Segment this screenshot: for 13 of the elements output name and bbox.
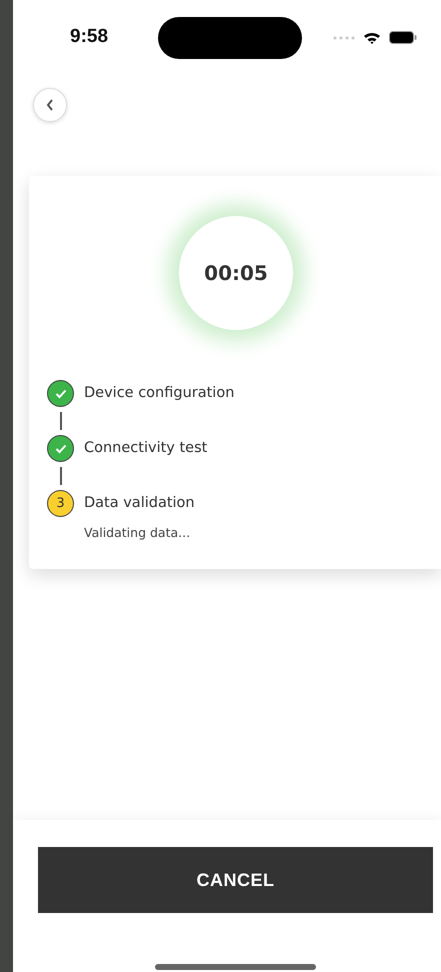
back-button[interactable]	[33, 88, 67, 122]
battery-icon	[389, 31, 417, 44]
wifi-icon	[363, 30, 381, 44]
step-detail: Validating data...	[84, 524, 192, 542]
status-time: 9:58	[70, 25, 108, 50]
step-label: Device configuration	[84, 384, 234, 403]
cancel-button[interactable]: CANCEL	[38, 847, 433, 913]
chevron-left-icon	[46, 99, 54, 111]
signal-icon	[333, 36, 355, 40]
step-number: 3	[47, 490, 74, 517]
timer-display: 00:05	[179, 216, 293, 330]
step-label: Connectivity test	[84, 438, 208, 458]
step-label: Data validation	[84, 494, 195, 513]
